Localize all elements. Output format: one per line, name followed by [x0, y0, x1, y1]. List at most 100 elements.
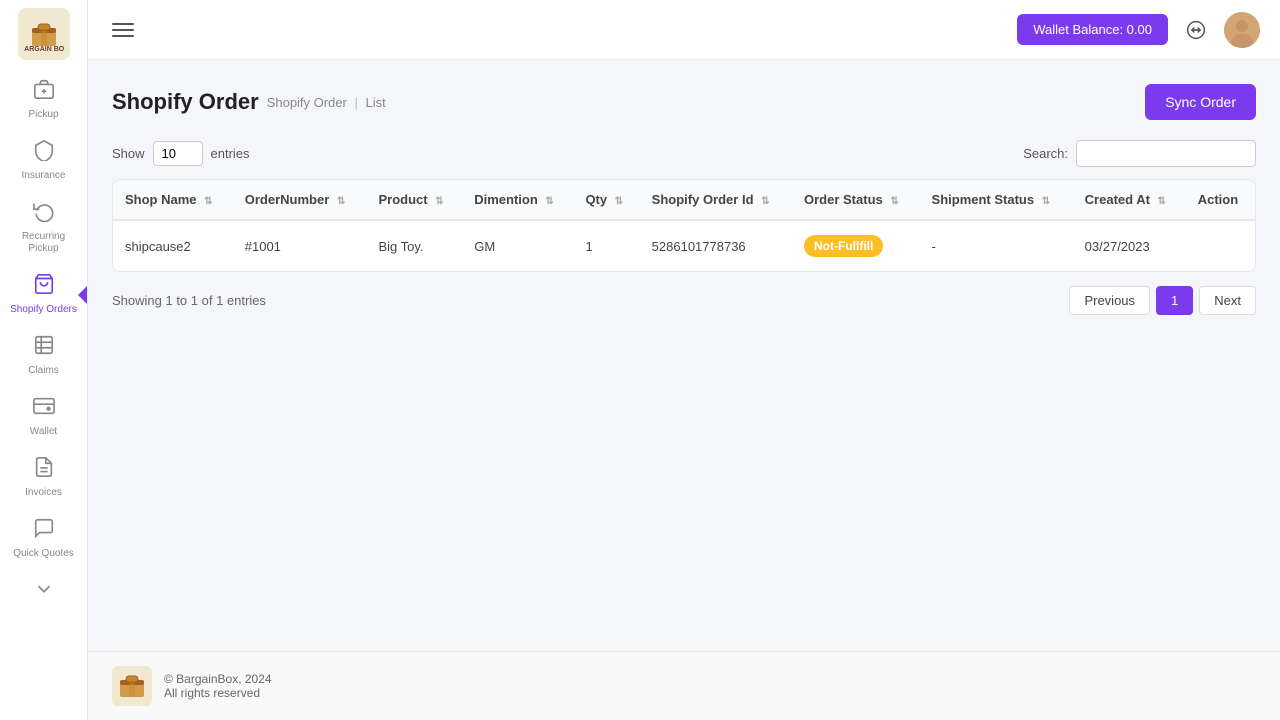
footer: © BargainBox, 2024 All rights reserved — [88, 651, 1280, 720]
col-shop-name-label: Shop Name — [125, 192, 197, 207]
sidebar: BARGAIN BOX Pickup Insur — [0, 0, 88, 720]
table-controls: Show entries Search: — [112, 140, 1256, 167]
entries-label: entries — [211, 146, 250, 161]
pagination: Previous 1 Next — [1069, 286, 1256, 315]
page-1-button[interactable]: 1 — [1156, 286, 1193, 315]
col-dimention-sort[interactable]: ⇅ — [545, 196, 553, 207]
showing-text: Showing 1 to 1 of 1 entries — [112, 293, 266, 308]
logo-icon: BARGAIN BOX — [24, 14, 64, 54]
footer-rights: All rights reserved — [164, 686, 272, 700]
avatar-image — [1224, 12, 1260, 48]
sidebar-item-recurring-pickup[interactable]: Recurring Pickup — [4, 192, 84, 263]
orders-table: Shop Name ⇅ OrderNumber ⇅ Product ⇅ Di — [113, 180, 1255, 271]
col-order-number-label: OrderNumber — [245, 192, 330, 207]
wallet-balance-button[interactable]: Wallet Balance: 0.00 — [1017, 14, 1168, 45]
table-header: Shop Name ⇅ OrderNumber ⇅ Product ⇅ Di — [113, 180, 1255, 220]
cell-product: Big Toy. — [367, 220, 463, 271]
entries-input[interactable] — [153, 141, 203, 166]
sidebar-item-pickup[interactable]: Pickup — [4, 70, 84, 129]
status-badge: Not-Fullfill — [804, 235, 883, 257]
more-icon — [33, 578, 55, 605]
previous-button[interactable]: Previous — [1069, 286, 1150, 315]
svg-text:BARGAIN BOX: BARGAIN BOX — [24, 46, 64, 53]
col-shop-name: Shop Name ⇅ — [113, 180, 233, 220]
breadcrumb-current: Shopify Order — [267, 95, 347, 110]
sidebar-item-quick-quotes[interactable]: Quick Quotes — [4, 509, 84, 568]
page-title: Shopify Order — [112, 89, 259, 115]
search-label: Search: — [1023, 146, 1068, 161]
col-product-sort[interactable]: ⇅ — [435, 196, 443, 207]
table-header-row: Shop Name ⇅ OrderNumber ⇅ Product ⇅ Di — [113, 180, 1255, 220]
table-row: shipcause2 #1001 Big Toy. GM 1 528610177… — [113, 220, 1255, 271]
breadcrumb-list: List — [366, 95, 386, 110]
search-input[interactable] — [1076, 140, 1256, 167]
col-shipment-status-label: Shipment Status — [932, 192, 1035, 207]
col-order-number: OrderNumber ⇅ — [233, 180, 367, 220]
cell-shipment-status: - — [920, 220, 1073, 271]
col-product: Product ⇅ — [367, 180, 463, 220]
col-shop-name-sort[interactable]: ⇅ — [204, 196, 212, 207]
col-action: Action — [1186, 180, 1255, 220]
col-order-status-label: Order Status — [804, 192, 883, 207]
footer-text-area: © BargainBox, 2024 All rights reserved — [164, 672, 272, 700]
col-created-at-sort[interactable]: ⇅ — [1158, 196, 1166, 207]
recurring-pickup-label: Recurring Pickup — [22, 231, 65, 255]
col-created-at: Created At ⇅ — [1073, 180, 1186, 220]
col-dimention: Dimention ⇅ — [462, 180, 573, 220]
col-created-at-label: Created At — [1085, 192, 1150, 207]
sidebar-item-invoices[interactable]: Invoices — [4, 448, 84, 507]
sidebar-item-wallet[interactable]: Wallet — [4, 387, 84, 446]
page-title-area: Shopify Order Shopify Order | List — [112, 89, 386, 115]
col-shopify-order-id-sort[interactable]: ⇅ — [761, 196, 769, 207]
show-entries-area: Show entries — [112, 141, 250, 166]
shopify-orders-label: Shopify Orders — [10, 304, 77, 316]
wallet-icon — [33, 395, 55, 422]
col-product-label: Product — [379, 192, 428, 207]
col-order-status: Order Status ⇅ — [792, 180, 920, 220]
cell-created-at: 03/27/2023 — [1073, 220, 1186, 271]
cell-order-number: #1001 — [233, 220, 367, 271]
sidebar-item-insurance[interactable]: Insurance — [4, 131, 84, 190]
hamburger-button[interactable] — [108, 19, 138, 41]
exchange-icon-button[interactable] — [1180, 14, 1212, 46]
col-action-label: Action — [1198, 192, 1238, 207]
col-order-status-sort[interactable]: ⇅ — [890, 196, 898, 207]
hamburger-line-2 — [112, 29, 134, 31]
cell-dimention: GM — [462, 220, 573, 271]
col-shopify-order-id: Shopify Order Id ⇅ — [640, 180, 792, 220]
invoices-label: Invoices — [25, 487, 62, 499]
header-left — [108, 19, 138, 41]
col-shipment-status-sort[interactable]: ⇅ — [1042, 196, 1050, 207]
next-button[interactable]: Next — [1199, 286, 1256, 315]
col-qty-label: Qty — [585, 192, 607, 207]
quick-quotes-label: Quick Quotes — [13, 548, 74, 560]
footer-logo — [112, 666, 152, 706]
sidebar-item-shopify-orders[interactable]: Shopify Orders — [4, 265, 84, 324]
col-order-number-sort[interactable]: ⇅ — [337, 196, 345, 207]
avatar[interactable] — [1224, 12, 1260, 48]
recurring-pickup-icon — [33, 200, 55, 227]
sidebar-nav: Pickup Insurance Recurring Pickup — [0, 70, 87, 613]
breadcrumb: Shopify Order | List — [267, 95, 386, 110]
breadcrumb-sep: | — [355, 95, 358, 110]
table-body: shipcause2 #1001 Big Toy. GM 1 528610177… — [113, 220, 1255, 271]
col-shipment-status: Shipment Status ⇅ — [920, 180, 1073, 220]
header-right: Wallet Balance: 0.00 — [1017, 12, 1260, 48]
sync-order-button[interactable]: Sync Order — [1145, 84, 1256, 120]
table-footer: Showing 1 to 1 of 1 entries Previous 1 N… — [112, 286, 1256, 331]
cell-shopify-order-id: 5286101778736 — [640, 220, 792, 271]
hamburger-line-3 — [112, 35, 134, 37]
col-shopify-order-id-label: Shopify Order Id — [652, 192, 754, 207]
sidebar-item-claims[interactable]: Claims — [4, 326, 84, 385]
sidebar-item-more[interactable] — [4, 570, 84, 613]
insurance-icon — [33, 139, 55, 166]
col-qty-sort[interactable]: ⇅ — [615, 196, 623, 207]
logo-area: BARGAIN BOX — [18, 8, 70, 60]
shopify-orders-icon — [33, 273, 55, 300]
footer-copyright: © BargainBox, 2024 — [164, 672, 272, 686]
cell-shop-name: shipcause2 — [113, 220, 233, 271]
cell-order-status: Not-Fullfill — [792, 220, 920, 271]
cell-qty: 1 — [573, 220, 639, 271]
logo: BARGAIN BOX — [18, 8, 70, 60]
table-wrapper: Shop Name ⇅ OrderNumber ⇅ Product ⇅ Di — [112, 179, 1256, 272]
